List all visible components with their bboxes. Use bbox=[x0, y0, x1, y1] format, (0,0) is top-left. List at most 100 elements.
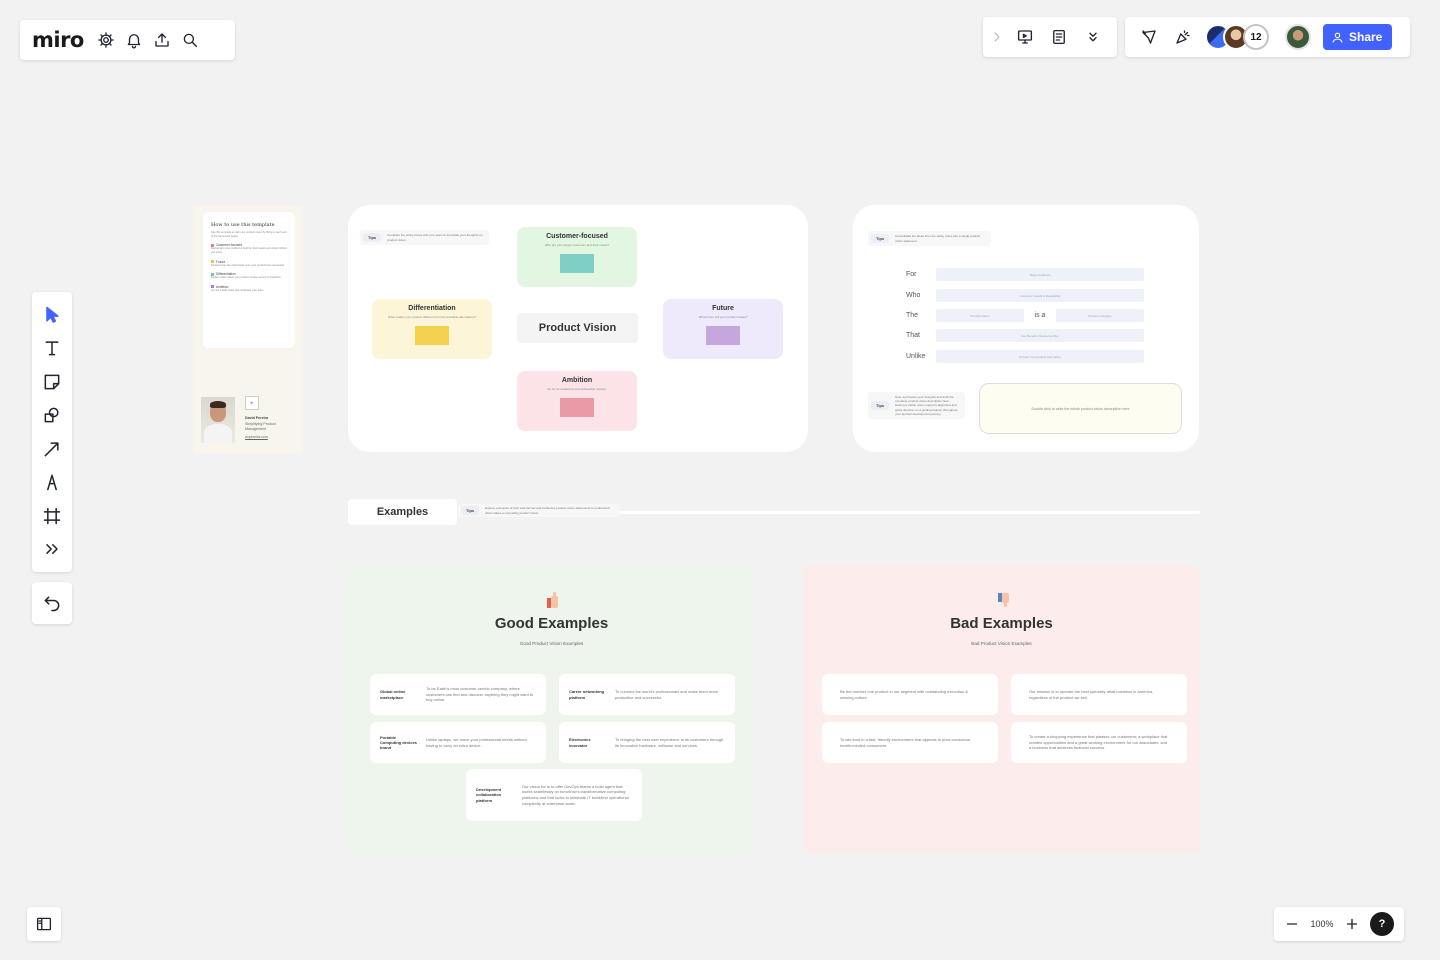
how-to-item: Customer-focused Decide who your product … bbox=[211, 243, 287, 254]
how-to-item-desc: Explain what makes your product unique a… bbox=[211, 276, 282, 280]
how-to-item-desc: Decide who your product is built for, th… bbox=[211, 247, 287, 254]
author-link[interactable]: dvpereira.com bbox=[245, 435, 268, 439]
celebrate-confetti-icon[interactable] bbox=[1169, 23, 1197, 51]
author-logo-box: ▸ bbox=[245, 396, 259, 410]
more-tools-chevrons-icon[interactable] bbox=[32, 533, 72, 567]
target-audience-field[interactable]: Target Audience bbox=[936, 268, 1144, 281]
future-box[interactable]: Future What future will your product cre… bbox=[663, 299, 783, 359]
statement-row-unlike: Unlike Primary Competitive Alternative bbox=[906, 350, 1144, 363]
text-tool-icon[interactable] bbox=[32, 332, 72, 366]
participant-count-badge[interactable]: 12 bbox=[1243, 24, 1269, 50]
product-name-field[interactable]: Product Name bbox=[936, 309, 1024, 322]
example-company-type: Career networking platform bbox=[569, 689, 605, 700]
row-label: The bbox=[906, 312, 919, 319]
search-icon[interactable] bbox=[176, 26, 204, 54]
example-company-type: Electronics innovator bbox=[569, 737, 591, 748]
examples-title: Examples bbox=[376, 506, 429, 518]
key-benefit-field[interactable]: Key Benefit / Reason to Buy bbox=[936, 329, 1144, 342]
vision-tip: Tips Complete the sticky boxes with your… bbox=[360, 230, 490, 245]
examples-header[interactable]: Examples Tips Explore examples of both w… bbox=[348, 499, 1200, 525]
cursor-follow-icon[interactable] bbox=[1135, 23, 1163, 51]
thumbs-up-icon bbox=[547, 592, 559, 608]
example-vision-text: Unlike laptops, we move your professiona… bbox=[426, 736, 527, 748]
notifications-bell-icon[interactable] bbox=[120, 26, 148, 54]
more-chevrons-down-icon[interactable] bbox=[1079, 23, 1107, 51]
zoom-level[interactable]: 100% bbox=[1302, 919, 1342, 929]
good-example-card[interactable]: Global online marketplace To be Earth's m… bbox=[370, 674, 546, 715]
how-to-item: Differentiation Explain what makes your p… bbox=[211, 272, 287, 280]
example-company-type: Development collaboration platform bbox=[476, 787, 502, 803]
how-to-title: How to use this template bbox=[211, 222, 275, 228]
chevron-right-icon[interactable] bbox=[989, 23, 1005, 51]
bad-example-card[interactable]: To win food in a fast, friendly environm… bbox=[822, 722, 998, 763]
pen-draw-icon[interactable] bbox=[32, 466, 72, 500]
differentiation-sticky[interactable] bbox=[415, 326, 449, 345]
sticky-note-icon[interactable] bbox=[32, 365, 72, 399]
how-to-item: Future Envision how the world looks once … bbox=[211, 260, 287, 268]
customer-focused-box[interactable]: Customer-focused Who are your target cus… bbox=[517, 227, 637, 287]
good-example-card[interactable]: Electronics innovator To bringing the bes… bbox=[559, 722, 735, 763]
customer-needs-field[interactable]: Customer Needs & Desirability bbox=[936, 289, 1144, 302]
zoom-in-plus-icon[interactable] bbox=[1342, 910, 1362, 938]
description-tip: Tips Now, synthesize your thoughts and d… bbox=[868, 392, 966, 419]
shapes-icon[interactable] bbox=[32, 399, 72, 433]
bad-example-card[interactable]: To create a shopping experience that ple… bbox=[1011, 722, 1187, 763]
author-photo bbox=[201, 397, 235, 443]
example-vision-text: To bringing the best user experience to … bbox=[615, 736, 724, 748]
user-icon bbox=[1332, 32, 1343, 42]
notes-icon[interactable] bbox=[1045, 23, 1073, 51]
frame-icon[interactable] bbox=[32, 499, 72, 533]
presentation-icon[interactable] bbox=[1011, 23, 1039, 51]
product-vision-center[interactable]: Product Vision bbox=[517, 313, 638, 343]
share-button[interactable]: Share bbox=[1323, 24, 1393, 50]
export-upload-icon[interactable] bbox=[148, 26, 176, 54]
customer-focused-sticky[interactable] bbox=[560, 254, 594, 273]
row-label: That bbox=[906, 332, 921, 339]
tip-text: Now, synthesize your thoughts and draft … bbox=[895, 395, 958, 416]
undo-icon[interactable] bbox=[32, 588, 72, 618]
good-example-card[interactable]: Career networking platform To connect the… bbox=[559, 674, 735, 715]
bad-example-card[interactable]: Be the number one product in our segment… bbox=[822, 674, 998, 715]
collaborator-avatars[interactable]: 12 bbox=[1205, 24, 1269, 50]
bad-examples-title: Bad Examples bbox=[950, 615, 1053, 632]
help-button[interactable]: ? bbox=[1370, 912, 1394, 936]
future-subtitle: What future will your product create? bbox=[698, 315, 748, 319]
tip-text: Consolidate the ideas from the sticky no… bbox=[895, 234, 981, 243]
template-info-frame[interactable]: How to use this template Use this templa… bbox=[193, 205, 303, 453]
author-name: David Pereira bbox=[245, 416, 268, 420]
tip-label: Tips bbox=[363, 233, 382, 242]
settings-gear-icon[interactable] bbox=[92, 26, 120, 54]
connection-line-arrow-icon[interactable] bbox=[32, 432, 72, 466]
product-vision-frame[interactable]: Tips Complete the sticky boxes with your… bbox=[348, 205, 808, 452]
future-sticky[interactable] bbox=[706, 326, 740, 345]
is-a-label: is a bbox=[1034, 312, 1046, 319]
good-examples-frame[interactable]: Good Examples Good Product Vision Exampl… bbox=[349, 565, 754, 853]
sidebar-toggle[interactable] bbox=[27, 907, 61, 941]
zoom-controls: 100% ? bbox=[1274, 907, 1404, 941]
bad-examples-frame[interactable]: Bad Examples Bad Product Vision Examples… bbox=[803, 565, 1200, 853]
how-to-card[interactable]: How to use this template Use this templa… bbox=[203, 212, 295, 348]
good-example-card[interactable]: Portable Computing devices brand Unlike l… bbox=[370, 722, 546, 763]
vision-description-box[interactable]: Double click to write the whole product … bbox=[979, 383, 1182, 434]
good-examples-title: Good Examples bbox=[494, 615, 609, 632]
competitive-alternative-field[interactable]: Primary Competitive Alternative bbox=[936, 350, 1144, 363]
creation-toolbar bbox=[32, 292, 72, 572]
bad-example-card[interactable]: Our mission is to operate the best speci… bbox=[1011, 674, 1187, 715]
select-cursor-icon[interactable] bbox=[32, 298, 72, 332]
ambition-box[interactable]: Ambition Go for an audacious and achieva… bbox=[517, 371, 637, 431]
miro-logo[interactable]: miro bbox=[20, 28, 92, 52]
vision-statement-frame[interactable]: Tips Consolidate the ideas from the stic… bbox=[853, 205, 1199, 452]
example-vision-text: Our mission is to operate the best speci… bbox=[1029, 688, 1154, 700]
zoom-out-minus-icon[interactable] bbox=[1282, 910, 1302, 938]
bad-examples-subtitle: Bad Product Vision Examples bbox=[971, 641, 1032, 646]
ambition-sticky[interactable] bbox=[560, 398, 594, 417]
examples-title-box: Examples bbox=[348, 499, 457, 525]
differentiation-title: Differentiation bbox=[408, 305, 456, 312]
tip-label: Tips bbox=[871, 400, 890, 410]
product-category-field[interactable]: Product Category bbox=[1056, 309, 1144, 322]
differentiation-box[interactable]: Differentiation What makes your product … bbox=[372, 299, 492, 359]
example-vision-text: Be the number one product in our segment… bbox=[840, 688, 969, 700]
current-user-avatar[interactable] bbox=[1285, 24, 1311, 50]
good-example-card[interactable]: Development collaboration platform Our vi… bbox=[466, 769, 642, 821]
ambition-title: Ambition bbox=[561, 377, 593, 384]
